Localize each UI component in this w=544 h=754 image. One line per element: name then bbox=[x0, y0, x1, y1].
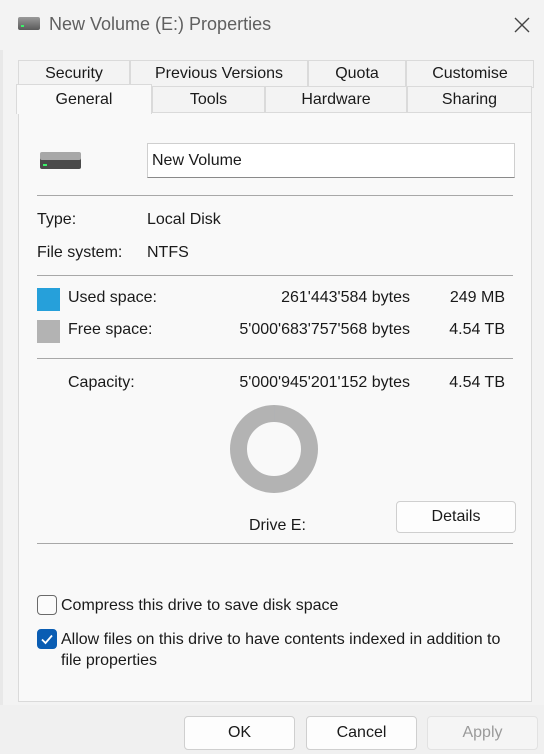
checkmark-icon bbox=[41, 634, 53, 645]
capacity-size: 4.54 TB bbox=[449, 374, 505, 391]
apply-button[interactable]: Apply bbox=[427, 716, 538, 750]
tab-customise[interactable]: Customise bbox=[406, 60, 534, 88]
file-system-label: File system: bbox=[37, 244, 123, 261]
capacity-label: Capacity: bbox=[68, 374, 135, 391]
free-space-size: 4.54 TB bbox=[449, 321, 505, 338]
disk-usage-donut bbox=[230, 405, 318, 493]
cancel-button[interactable]: Cancel bbox=[306, 716, 417, 750]
window-title: New Volume (E:) Properties bbox=[49, 14, 272, 34]
free-space-ring bbox=[230, 405, 318, 493]
separator bbox=[37, 195, 513, 196]
index-label: Allow files on this drive to have conten… bbox=[61, 631, 501, 669]
properties-window: New Volume (E:) Properties Security Prev… bbox=[0, 0, 544, 754]
tab-sharing[interactable]: Sharing bbox=[407, 86, 532, 113]
drive-label: Drive E: bbox=[249, 517, 306, 534]
drive-icon bbox=[18, 17, 40, 30]
tab-hardware[interactable]: Hardware bbox=[265, 86, 407, 113]
tab-general[interactable]: General bbox=[16, 84, 152, 114]
details-button[interactable]: Details bbox=[396, 501, 516, 533]
close-icon bbox=[514, 17, 530, 33]
hard-drive-icon bbox=[40, 152, 81, 169]
used-space-bytes: 261'443'584 bytes bbox=[281, 289, 410, 306]
type-label: Type: bbox=[37, 211, 77, 228]
separator bbox=[37, 543, 513, 544]
background-strip bbox=[0, 0, 3, 754]
index-checkbox[interactable] bbox=[37, 629, 57, 649]
free-space-bytes: 5'000'683'757'568 bytes bbox=[239, 321, 410, 338]
compress-label: Compress this drive to save disk space bbox=[61, 597, 339, 614]
close-button[interactable] bbox=[506, 10, 538, 40]
compress-checkbox[interactable] bbox=[37, 595, 57, 615]
ok-button[interactable]: OK bbox=[184, 716, 295, 750]
type-value: Local Disk bbox=[147, 211, 221, 228]
volume-name-input[interactable] bbox=[147, 143, 515, 178]
free-space-swatch bbox=[37, 320, 60, 343]
file-system-value: NTFS bbox=[147, 244, 189, 261]
tab-previous-versions[interactable]: Previous Versions bbox=[130, 60, 308, 88]
capacity-bytes: 5'000'945'201'152 bytes bbox=[239, 374, 410, 391]
separator bbox=[37, 358, 513, 359]
used-space-swatch bbox=[37, 288, 60, 311]
tab-quota[interactable]: Quota bbox=[308, 60, 406, 88]
free-space-label: Free space: bbox=[68, 321, 153, 338]
tab-tools[interactable]: Tools bbox=[152, 86, 265, 113]
separator bbox=[37, 275, 513, 276]
title-bar[interactable]: New Volume (E:) Properties bbox=[0, 0, 544, 50]
used-space-size: 249 MB bbox=[449, 289, 505, 306]
used-space-label: Used space: bbox=[68, 289, 157, 306]
